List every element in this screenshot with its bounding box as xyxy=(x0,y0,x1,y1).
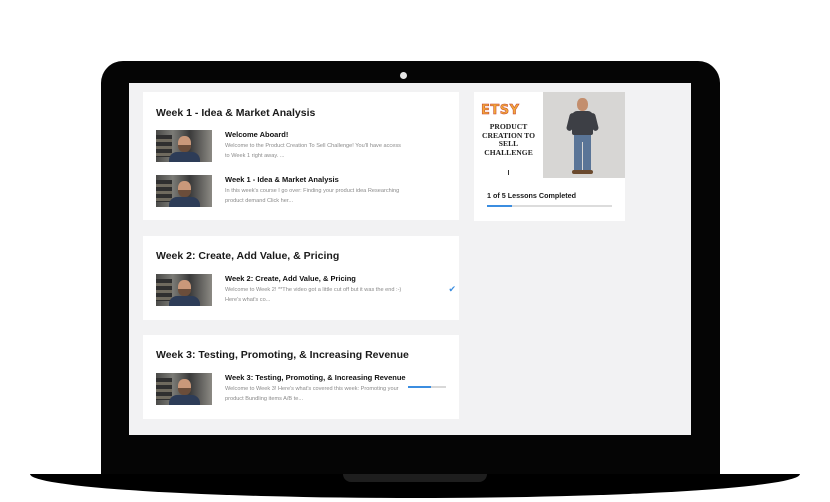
lesson-thumbnail[interactable] xyxy=(156,373,212,405)
lesson-thumbnail[interactable] xyxy=(156,274,212,306)
laptop-screen: Week 1 - Idea & Market Analysis Welcome … xyxy=(129,83,691,435)
week-card-2: Week 2: Create, Add Value, & Pricing Wee… xyxy=(143,236,459,320)
laptop-notch xyxy=(343,474,487,482)
lessons-completed-label: 1 of 5 Lessons Completed xyxy=(487,191,577,200)
lesson-row[interactable]: Week 3: Testing, Promoting, & Increasing… xyxy=(156,373,456,407)
lesson-row[interactable]: Welcome Aboard! Welcome to the Product C… xyxy=(156,130,456,164)
week-card-3: Week 3: Testing, Promoting, & Increasing… xyxy=(143,335,459,419)
week-title: Week 3: Testing, Promoting, & Increasing… xyxy=(156,349,409,361)
course-cover-title: PRODUCT CREATION TO SELL CHALLENGE xyxy=(482,122,535,157)
week-title: Week 1 - Idea & Market Analysis xyxy=(156,107,316,119)
week-title: Week 2: Create, Add Value, & Pricing xyxy=(156,250,340,262)
check-icon: ✔ xyxy=(448,284,456,294)
lesson-title[interactable]: Week 3: Testing, Promoting, & Increasing… xyxy=(225,373,406,382)
lesson-thumbnail[interactable] xyxy=(156,175,212,207)
course-card: ETSY PRODUCT CREATION TO SELL CHALLENGE … xyxy=(474,92,625,221)
course-progress-bar xyxy=(487,205,612,207)
lesson-title[interactable]: Week 1 - Idea & Market Analysis xyxy=(225,175,339,184)
lesson-description: Welcome to Week 2! **The video got a lit… xyxy=(225,287,402,303)
webcam-icon xyxy=(400,72,407,79)
lesson-row[interactable]: Week 2: Create, Add Value, & Pricing Wel… xyxy=(156,274,456,308)
week-card-1: Week 1 - Idea & Market Analysis Welcome … xyxy=(143,92,459,220)
cover-divider xyxy=(508,170,509,175)
lesson-progress-fill xyxy=(408,386,431,388)
lesson-row[interactable]: Week 1 - Idea & Market Analysis In this … xyxy=(156,175,456,209)
course-progress-fill xyxy=(487,205,512,207)
lesson-title[interactable]: Welcome Aboard! xyxy=(225,130,288,139)
course-cover-photo[interactable] xyxy=(543,92,625,178)
lesson-title[interactable]: Week 2: Create, Add Value, & Pricing xyxy=(225,274,356,283)
etsy-logo: ETSY xyxy=(481,103,520,119)
lesson-description: In this week's course I go over: Finding… xyxy=(225,188,400,204)
lesson-description: Welcome to Week 3! Here's what's covered… xyxy=(225,386,399,402)
course-cover-text-panel[interactable]: ETSY PRODUCT CREATION TO SELL CHALLENGE xyxy=(474,92,543,178)
lesson-description: Welcome to the Product Creation To Sell … xyxy=(225,143,401,159)
lesson-thumbnail[interactable] xyxy=(156,130,212,162)
lesson-progress-bar xyxy=(408,386,446,388)
